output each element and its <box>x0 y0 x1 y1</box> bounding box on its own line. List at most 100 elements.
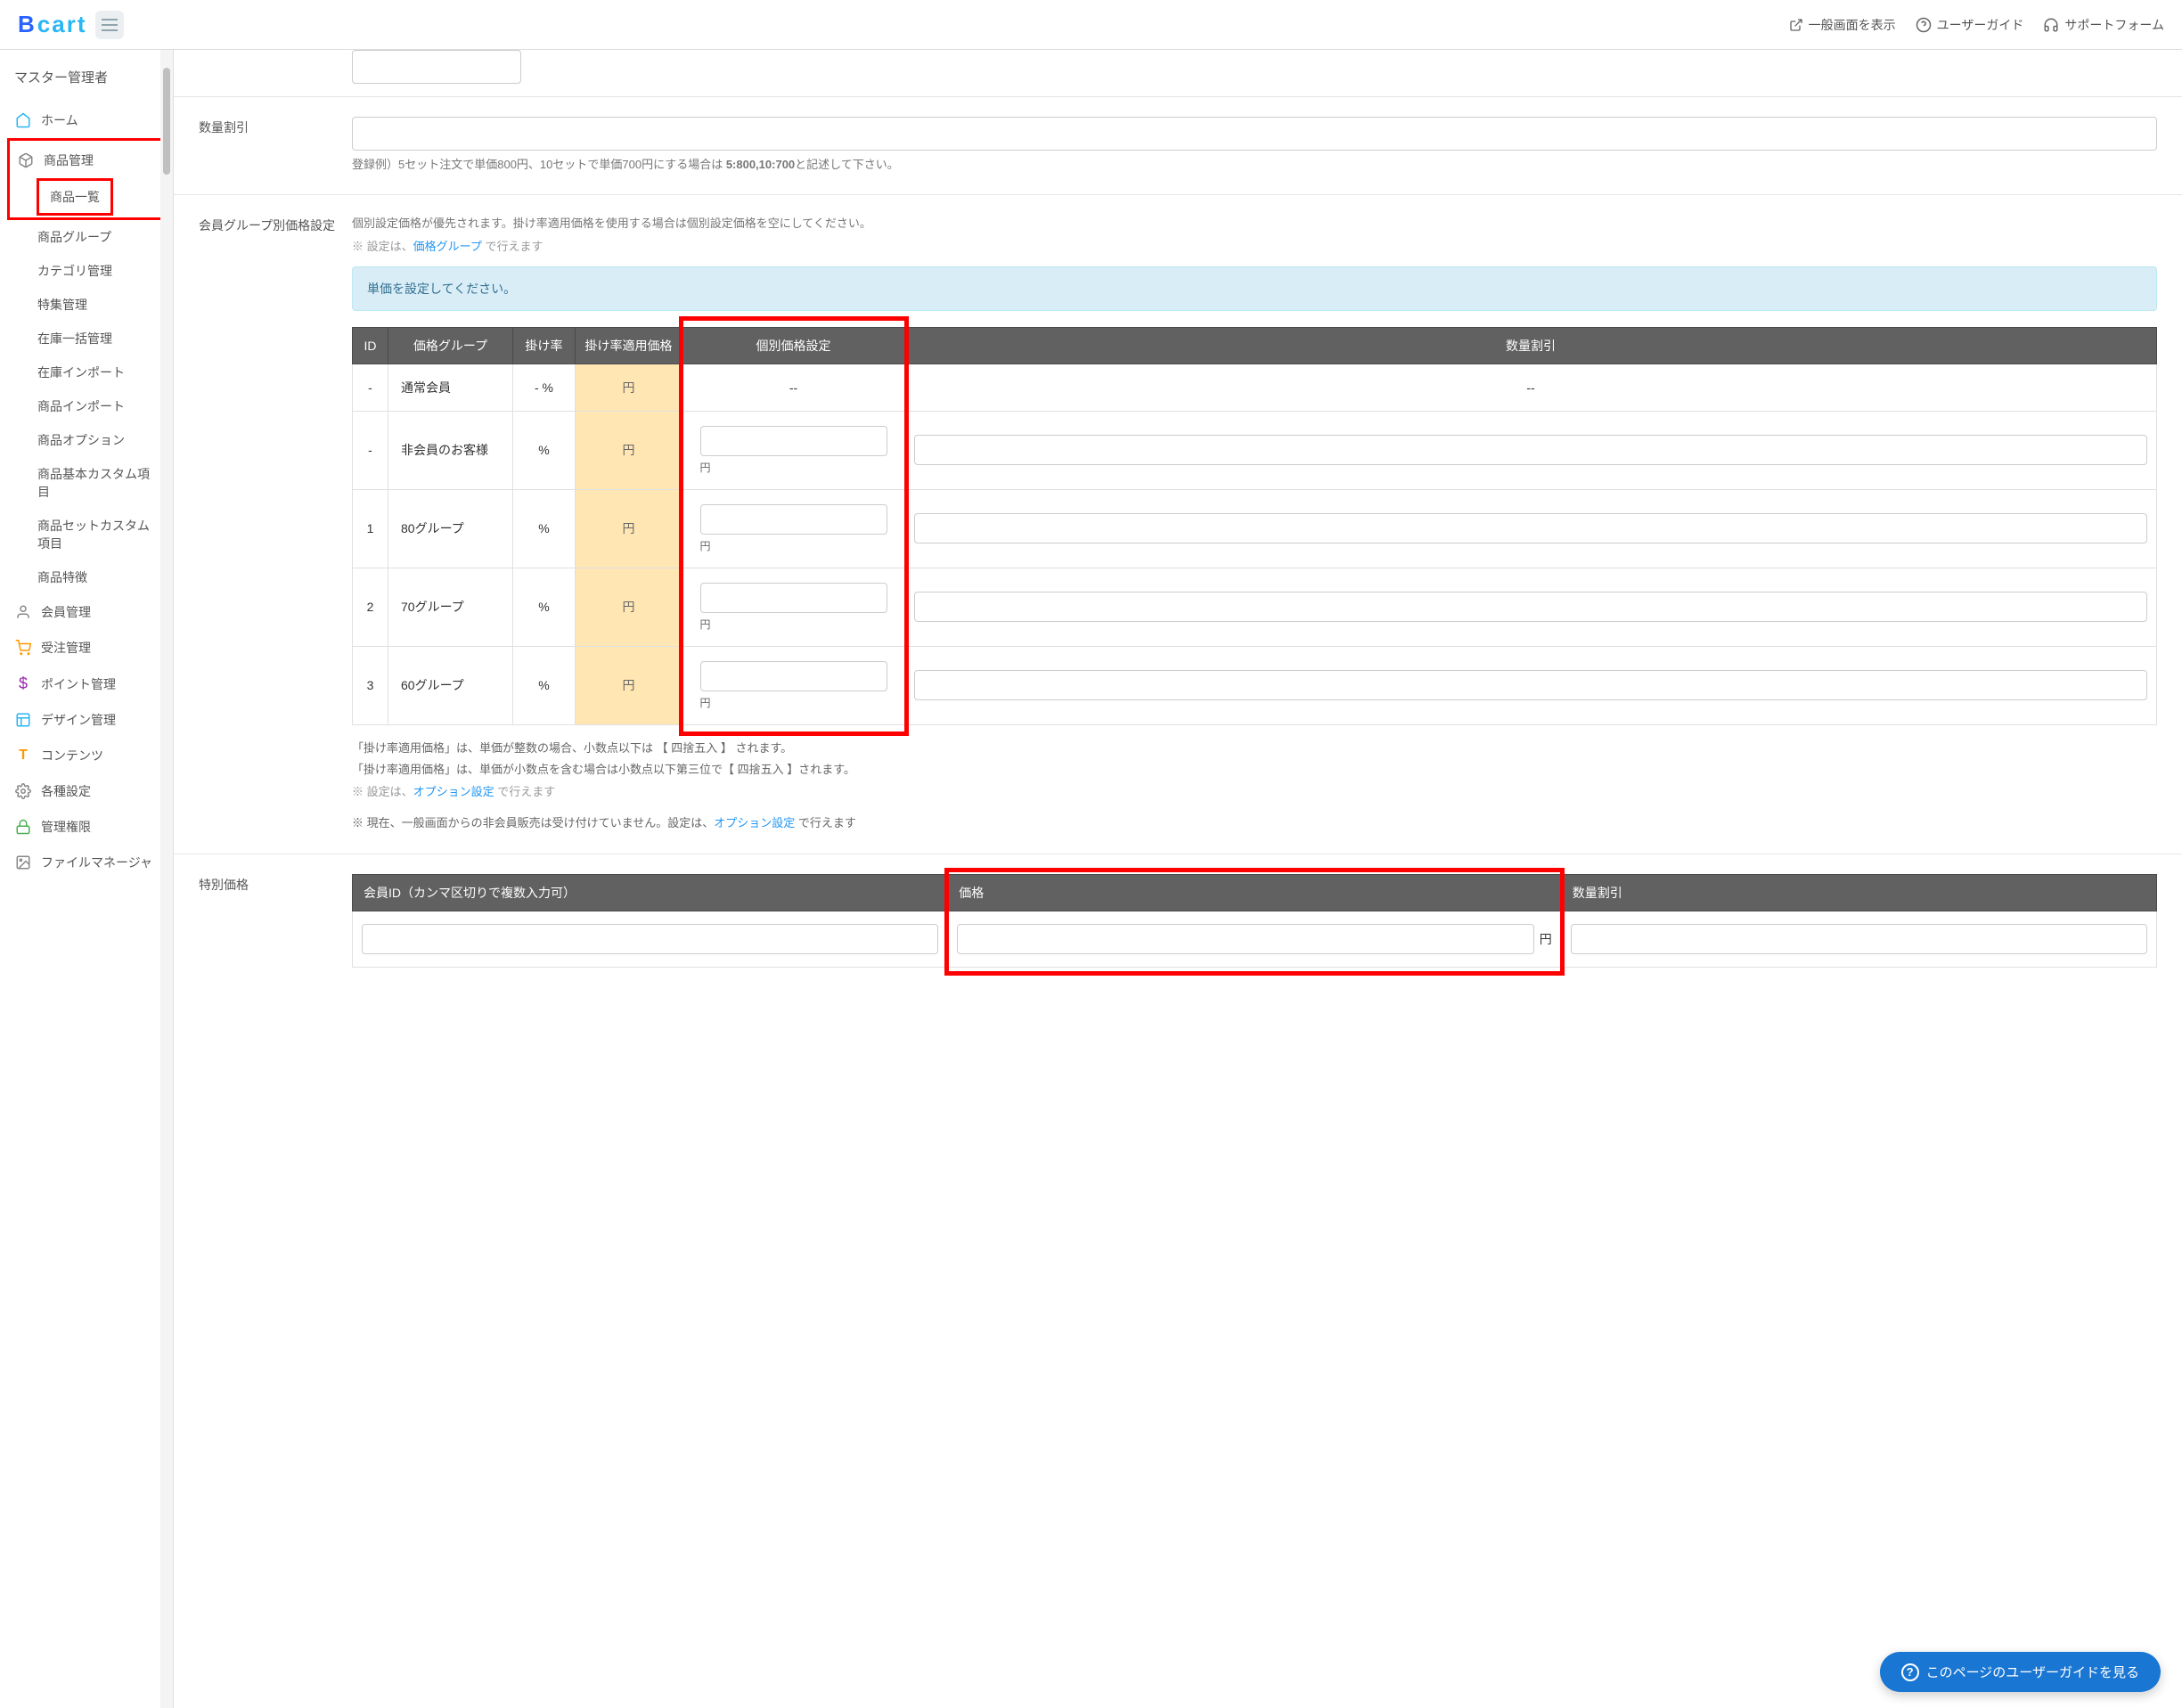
special-price-input[interactable] <box>957 924 1534 954</box>
main-content: 数量割引 登録例）5セット注文で単価800円、10セットで単価700円にする場合… <box>174 50 2182 1708</box>
nav-product-mgmt[interactable]: 商品管理 <box>10 143 170 178</box>
label-qty-discount: 数量割引 <box>174 117 352 175</box>
nav-contents[interactable]: T コンテンツ <box>0 738 173 773</box>
nav-product-set-custom[interactable]: 商品セットカスタム項目 <box>0 509 173 560</box>
sidebar: マスター管理者 ホーム 商品管理 商品一覧 商品グループ カテゴリ管理 特集管理 <box>0 50 174 1708</box>
nav-product-feature[interactable]: 商品特徴 <box>0 560 173 594</box>
indiv-price-input[interactable] <box>700 661 887 691</box>
row-qty-discount-input[interactable] <box>914 670 2147 700</box>
th-special-price: 価格 <box>948 875 1562 911</box>
nav-member-mgmt-label: 会員管理 <box>41 603 91 621</box>
row-qty-discount-input[interactable] <box>914 592 2147 622</box>
headphones-icon <box>2043 17 2059 33</box>
nav-member-mgmt[interactable]: 会員管理 <box>0 594 173 630</box>
sidebar-role: マスター管理者 <box>0 68 173 102</box>
label-group-price: 会員グループ別価格設定 <box>174 215 352 835</box>
cell-id: 1 <box>353 489 388 568</box>
cell-qty-discount <box>905 489 2157 568</box>
gear-icon <box>14 783 32 799</box>
highlight-product-mgmt: 商品管理 商品一覧 <box>7 138 173 220</box>
home-icon <box>14 112 32 128</box>
cell-indiv-price: 円 <box>682 411 905 489</box>
price-row: -非会員のお客様%円円 <box>353 411 2157 489</box>
user-icon <box>14 604 32 620</box>
special-table-wrap: 会員ID（カンマ区切りで複数入力可） 価格 数量割引 <box>352 874 2157 968</box>
user-guide-link[interactable]: ユーザーガイド <box>1916 16 2024 34</box>
row-qty-discount-input[interactable] <box>914 513 2147 543</box>
option-settings-link-2[interactable]: オプション設定 <box>714 816 795 829</box>
nav-stock-import[interactable]: 在庫インポート <box>0 355 173 389</box>
nav-contents-label: コンテンツ <box>41 747 103 764</box>
cell-id: 2 <box>353 568 388 646</box>
support-form-link[interactable]: サポートフォーム <box>2043 16 2164 34</box>
help-icon: ? <box>1901 1663 1919 1681</box>
cell-qty-discount <box>905 411 2157 489</box>
nav-file-manager[interactable]: ファイルマネージャ <box>0 845 173 880</box>
cell-group-name: 60グループ <box>388 646 513 724</box>
hamburger-icon <box>102 19 118 31</box>
th-apply-price: 掛け率適用価格 <box>576 327 682 364</box>
logo-cart: cart <box>37 11 87 38</box>
nav-home[interactable]: ホーム <box>0 102 173 138</box>
support-form-label: サポートフォーム <box>2064 16 2164 34</box>
special-member-id-input[interactable] <box>362 924 938 954</box>
row-qty-discount: 数量割引 登録例）5セット注文で単価800円、10セットで単価700円にする場合… <box>174 96 2182 194</box>
highlight-product-list: 商品一覧 <box>37 178 113 216</box>
page-user-guide-button[interactable]: ? このページのユーザーガイドを見る <box>1880 1652 2161 1692</box>
nav-product-basic-custom[interactable]: 商品基本カスタム項目 <box>0 457 173 509</box>
price-group-link[interactable]: 価格グループ <box>413 240 482 253</box>
nav-file-manager-label: ファイルマネージャ <box>41 854 152 871</box>
nav-product-option[interactable]: 商品オプション <box>0 423 173 457</box>
row-qty-discount-input[interactable] <box>914 435 2147 465</box>
special-qty-discount-input[interactable] <box>1571 924 2147 954</box>
price-row: -通常会員- %円---- <box>353 364 2157 411</box>
nav-settings[interactable]: 各種設定 <box>0 773 173 809</box>
sidebar-scrollbar[interactable] <box>160 50 173 1708</box>
price-table-wrap: ID 価格グループ 掛け率 掛け率適用価格 個別価格設定 数量割引 -通常会員-… <box>352 327 2157 725</box>
cell-apply-price: 円 <box>576 646 682 724</box>
indiv-price-input[interactable] <box>700 583 887 613</box>
cell-indiv-price: 円 <box>682 489 905 568</box>
nav-product-list-label: 商品一覧 <box>50 190 100 204</box>
qty-discount-input[interactable] <box>352 117 2157 151</box>
cell-id: - <box>353 364 388 411</box>
cell-apply-price: 円 <box>576 489 682 568</box>
price-row: 270グループ%円円 <box>353 568 2157 646</box>
cell-group-name: 80グループ <box>388 489 513 568</box>
special-price-table: 会員ID（カンマ区切りで複数入力可） 価格 数量割引 <box>352 874 2157 968</box>
th-member-id: 会員ID（カンマ区切りで複数入力可） <box>353 875 948 911</box>
th-qty-discount: 数量割引 <box>905 327 2157 364</box>
app-header: Bcart 一般画面を表示 ユーザーガイド サポートフォーム <box>0 0 2182 50</box>
nav-product-mgmt-label: 商品管理 <box>44 151 94 169</box>
cell-group-name: 70グループ <box>388 568 513 646</box>
logo-b: B <box>18 11 36 38</box>
nav-feature-mgmt[interactable]: 特集管理 <box>0 288 173 322</box>
option-settings-link-1[interactable]: オプション設定 <box>413 785 494 798</box>
cell-apply-price: 円 <box>576 411 682 489</box>
nav-order-mgmt[interactable]: 受注管理 <box>0 630 173 666</box>
nav-product-group[interactable]: 商品グループ <box>0 220 173 254</box>
cell-group-name: 非会員のお客様 <box>388 411 513 489</box>
nav-category-mgmt[interactable]: カテゴリ管理 <box>0 254 173 288</box>
nav-stock-batch[interactable]: 在庫一括管理 <box>0 322 173 355</box>
nav-admin-auth[interactable]: 管理権限 <box>0 809 173 845</box>
box-icon <box>17 152 35 168</box>
nav-design-mgmt[interactable]: デザイン管理 <box>0 702 173 738</box>
row-group-price: 会員グループ別価格設定 個別設定価格が優先されます。掛け率適用価格を使用する場合… <box>174 194 2182 854</box>
indiv-price-input[interactable] <box>700 504 887 535</box>
unknown-top-input[interactable] <box>352 50 521 84</box>
cell-apply-price: 円 <box>576 568 682 646</box>
sidebar-scrollbar-thumb[interactable] <box>163 68 170 175</box>
cell-group-name: 通常会員 <box>388 364 513 411</box>
view-general-link[interactable]: 一般画面を表示 <box>1789 16 1896 34</box>
image-icon <box>14 854 32 870</box>
nav-point-mgmt[interactable]: $ ポイント管理 <box>0 666 173 702</box>
th-group: 価格グループ <box>388 327 513 364</box>
cell-qty-discount <box>905 568 2157 646</box>
th-indiv-price: 個別価格設定 <box>682 327 905 364</box>
nav-home-label: ホーム <box>41 111 78 129</box>
nav-product-import[interactable]: 商品インポート <box>0 389 173 423</box>
menu-toggle-button[interactable] <box>95 11 124 39</box>
nav-product-list[interactable]: 商品一覧 <box>46 183 103 211</box>
indiv-price-input[interactable] <box>700 426 887 456</box>
